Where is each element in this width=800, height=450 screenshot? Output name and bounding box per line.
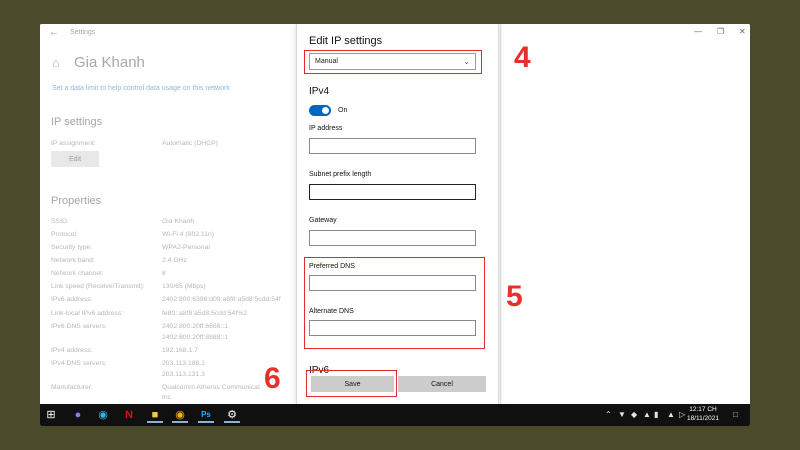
annotation-step-6: 6 [264,362,281,395]
property-key: IPv4 address: [51,347,93,354]
photoshop-icon[interactable]: Ps [198,407,214,423]
chrome-icon[interactable]: ◉ [172,407,188,423]
ip-assignment-label: IP assignment: [51,140,96,147]
taskbar: ⊞ ● ◉ N ■ ◉ Ps ⚙ ⌃ ▼ ◆ ▲ ▮ ▲ ▷ 12:17 CH … [40,404,750,426]
property-key: Network channel: [51,270,104,277]
property-key: Link speed (Receive/Transmit): [51,283,145,290]
gateway-input[interactable] [309,230,476,246]
property-key: Manufacturer: [51,384,93,391]
annotation-step-5: 5 [506,280,523,313]
property-value: 192.168.1.7 [162,347,198,354]
window-right-area: — ❐ ✕ 4 [500,24,750,404]
battery-icon[interactable]: ▮ [654,410,658,419]
property-value: 203.113.131.3 [162,371,205,378]
annotation-box-mode [304,50,482,74]
settings-gear-icon[interactable]: ⚙ [224,407,240,423]
tray-chevron-up-icon[interactable]: ⌃ [605,410,612,419]
property-key: Network band: [51,257,95,264]
property-key: IPv4 DNS servers: [51,360,107,367]
clock-time[interactable]: 12:17 CH [683,406,723,413]
ip-assignment-value: Automatic (DHCP) [162,140,218,147]
property-value: 2.4 GHz [162,257,187,264]
cancel-button[interactable]: Cancel [398,376,486,392]
home-icon: ⌂ [52,55,60,70]
notification-icon[interactable]: □ [733,410,738,419]
annotation-box-save [306,370,397,397]
bluetooth-icon[interactable]: ▲ [643,410,651,419]
settings-window: ← Settings ⌂ Gia Khanh Set a data limit … [40,24,750,404]
property-value: Gia Khanh [162,218,195,225]
network-icon[interactable]: ▲ [667,410,675,419]
back-arrow-icon[interactable]: ← [49,27,59,38]
minimize-icon[interactable]: — [694,27,702,36]
edit-ip-button[interactable]: Edit [51,151,99,167]
page-title: Gia Khanh [74,54,145,71]
data-limit-link[interactable]: Set a data limit to help control data us… [52,85,230,92]
property-value: 2402:800:6398:d09:a8f8:a5d8:5cdd:54f [162,296,281,303]
property-value: 2402:800:20ff:8888::1 [162,334,229,341]
file-explorer-icon[interactable]: ■ [147,407,163,423]
annotation-box-dns [304,257,485,349]
ip-address-label: IP address [309,125,343,132]
network-properties-pane: ← Settings ⌂ Gia Khanh Set a data limit … [40,24,300,404]
property-key: Link-local IPv6 address: [51,310,124,317]
close-icon[interactable]: ✕ [739,27,746,36]
annotation-step-4: 4 [514,41,531,74]
edge-icon[interactable]: ◉ [95,407,111,423]
teams-icon[interactable]: ● [70,407,86,423]
property-value: 203.113.188.1 [162,360,205,367]
tray-shield-icon[interactable]: ◆ [631,410,637,419]
ipv4-toggle-label: On [338,107,348,114]
clock-date[interactable]: 18/11/2021 [683,415,723,422]
ip-settings-title: IP settings [51,116,103,128]
window-title: Settings [70,29,96,36]
windows-start-icon[interactable]: ⊞ [43,407,59,423]
ipv4-toggle[interactable] [309,105,331,116]
property-value: 2402:800:20ff:6666::1 [162,323,229,330]
toggle-knob [322,107,329,114]
maximize-icon[interactable]: ❐ [717,27,724,36]
subnet-label: Subnet prefix length [309,171,372,178]
property-key: IPv6 DNS servers: [51,323,107,330]
tray-app-icon[interactable]: ▼ [618,410,626,419]
property-key: Security type: [51,244,93,251]
properties-title: Properties [51,195,102,207]
ipv4-title: IPv4 [309,86,330,97]
property-value: 8 [162,270,166,277]
ip-address-input[interactable] [309,138,476,154]
property-value: WPA2-Personal [162,244,210,251]
dialog-title: Edit IP settings [309,35,383,47]
property-key: Protocol: [51,231,78,238]
property-value: 130/65 (Mbps) [162,283,206,290]
property-value: Qualcomm Atheros Communicat [162,384,260,391]
property-value: Inc. [162,394,173,401]
property-value: Wi-Fi 4 (802.11n) [162,231,214,238]
property-value: fe80::a8f8:a5d8:5cdd:54f%2 [162,310,248,317]
netflix-icon[interactable]: N [121,407,137,423]
property-key: IPv6 address: [51,296,93,303]
subnet-prefix-input[interactable] [309,184,476,200]
desktop-screen: ← Settings ⌂ Gia Khanh Set a data limit … [40,24,750,426]
gateway-label: Gateway [309,217,337,224]
property-key: SSID: [51,218,69,225]
